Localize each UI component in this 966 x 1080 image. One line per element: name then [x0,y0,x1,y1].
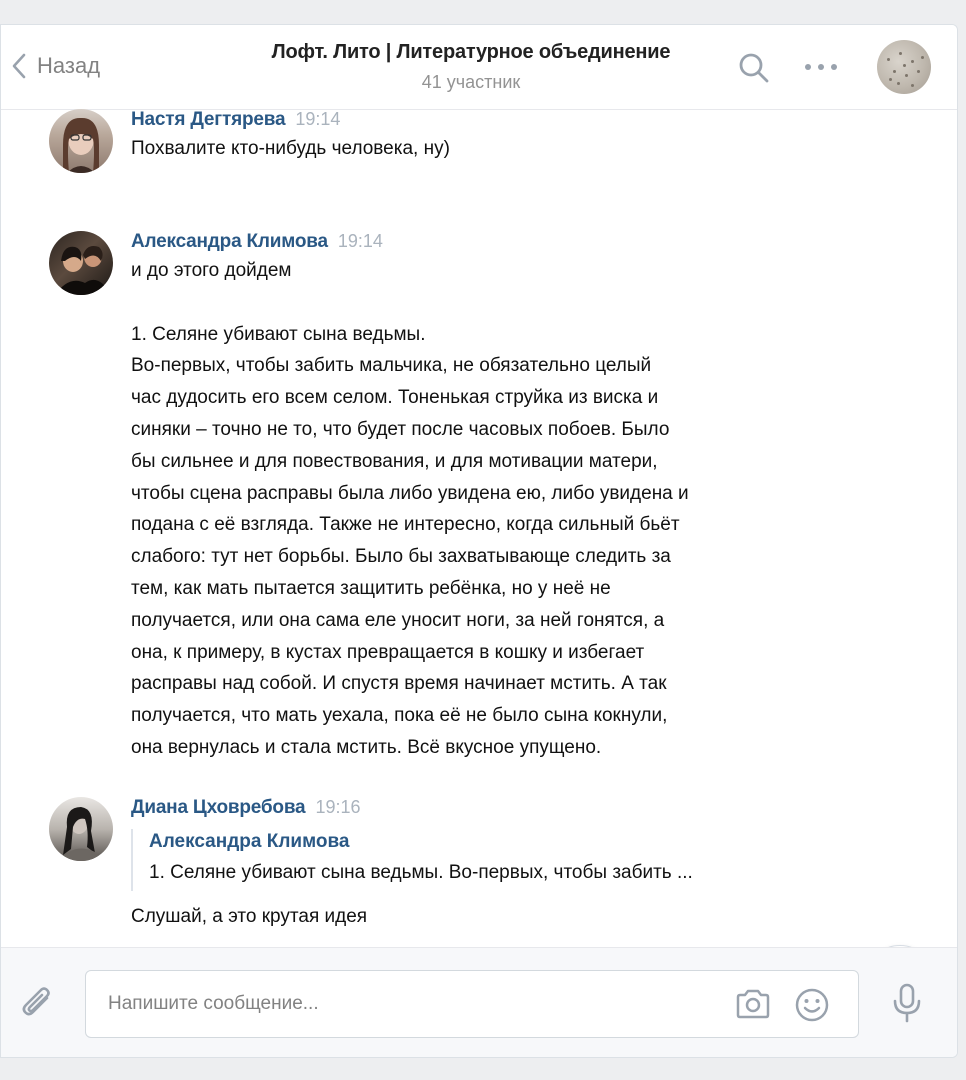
back-button[interactable]: Назад [11,51,100,81]
camera-icon [736,989,770,1019]
quote-author: Александра Климова [149,831,350,852]
avatar[interactable] [49,231,113,295]
chat-title: Лофт. Лито | Литературное объединение [271,41,671,63]
more-dots-icon [805,64,837,70]
members-count: 41 участник [421,72,521,92]
reply-quote[interactable]: Александра Климова 1. Селяне убивают сын… [131,829,897,891]
message-header: Диана Цховребова 19:16 [131,797,897,819]
message-time: 19:14 [295,109,341,129]
message-input-box [85,970,859,1038]
search-icon [739,53,769,83]
voice-button[interactable] [889,982,925,1029]
message-composer [1,947,957,1057]
avatar[interactable] [49,109,113,173]
message-text: и до этого дойдем 1. Селяне убивают сына… [131,260,689,758]
microphone-icon [893,983,921,1023]
message-list: Настя Дегтярева 19:14 Похвалите кто-нибуд… [1,109,957,1015]
camera-button[interactable] [732,985,774,1030]
more-button[interactable] [803,55,839,84]
back-label: Назад [37,53,101,78]
message-time: 19:14 [337,231,383,251]
avatar[interactable] [49,797,113,861]
chat-title-block[interactable]: Лофт. Лито | Литературное объединение 41… [201,41,741,93]
message-input[interactable] [108,971,708,1037]
attach-button[interactable] [17,984,57,1029]
smile-icon [795,988,829,1022]
chevron-left-icon [12,53,26,79]
search-button[interactable] [737,51,771,90]
message-text: Похвалите кто-нибудь человека, ну) [131,138,450,159]
chat-header: Назад Лофт. Лито | Литературное объедине… [1,25,957,110]
message-header: Настя Дегтярева 19:14 [131,109,897,131]
paperclip-icon [22,987,50,1016]
message-header: Александра Климова 19:14 [131,231,897,253]
message-text: Слушай, а это крутая идея [131,906,368,927]
quote-text: 1. Селяне убивают сына ведьмы. Во-первых… [149,862,693,883]
chat-window: Назад Лофт. Лито | Литературное объедине… [0,24,958,1058]
author-name[interactable]: Диана Цховребова [131,797,306,818]
emoji-button[interactable] [792,985,832,1030]
chat-avatar[interactable] [877,40,931,94]
author-name[interactable]: Настя Дегтярева [131,109,286,130]
message-time: 19:16 [315,797,361,817]
author-name[interactable]: Александра Климова [131,231,328,252]
